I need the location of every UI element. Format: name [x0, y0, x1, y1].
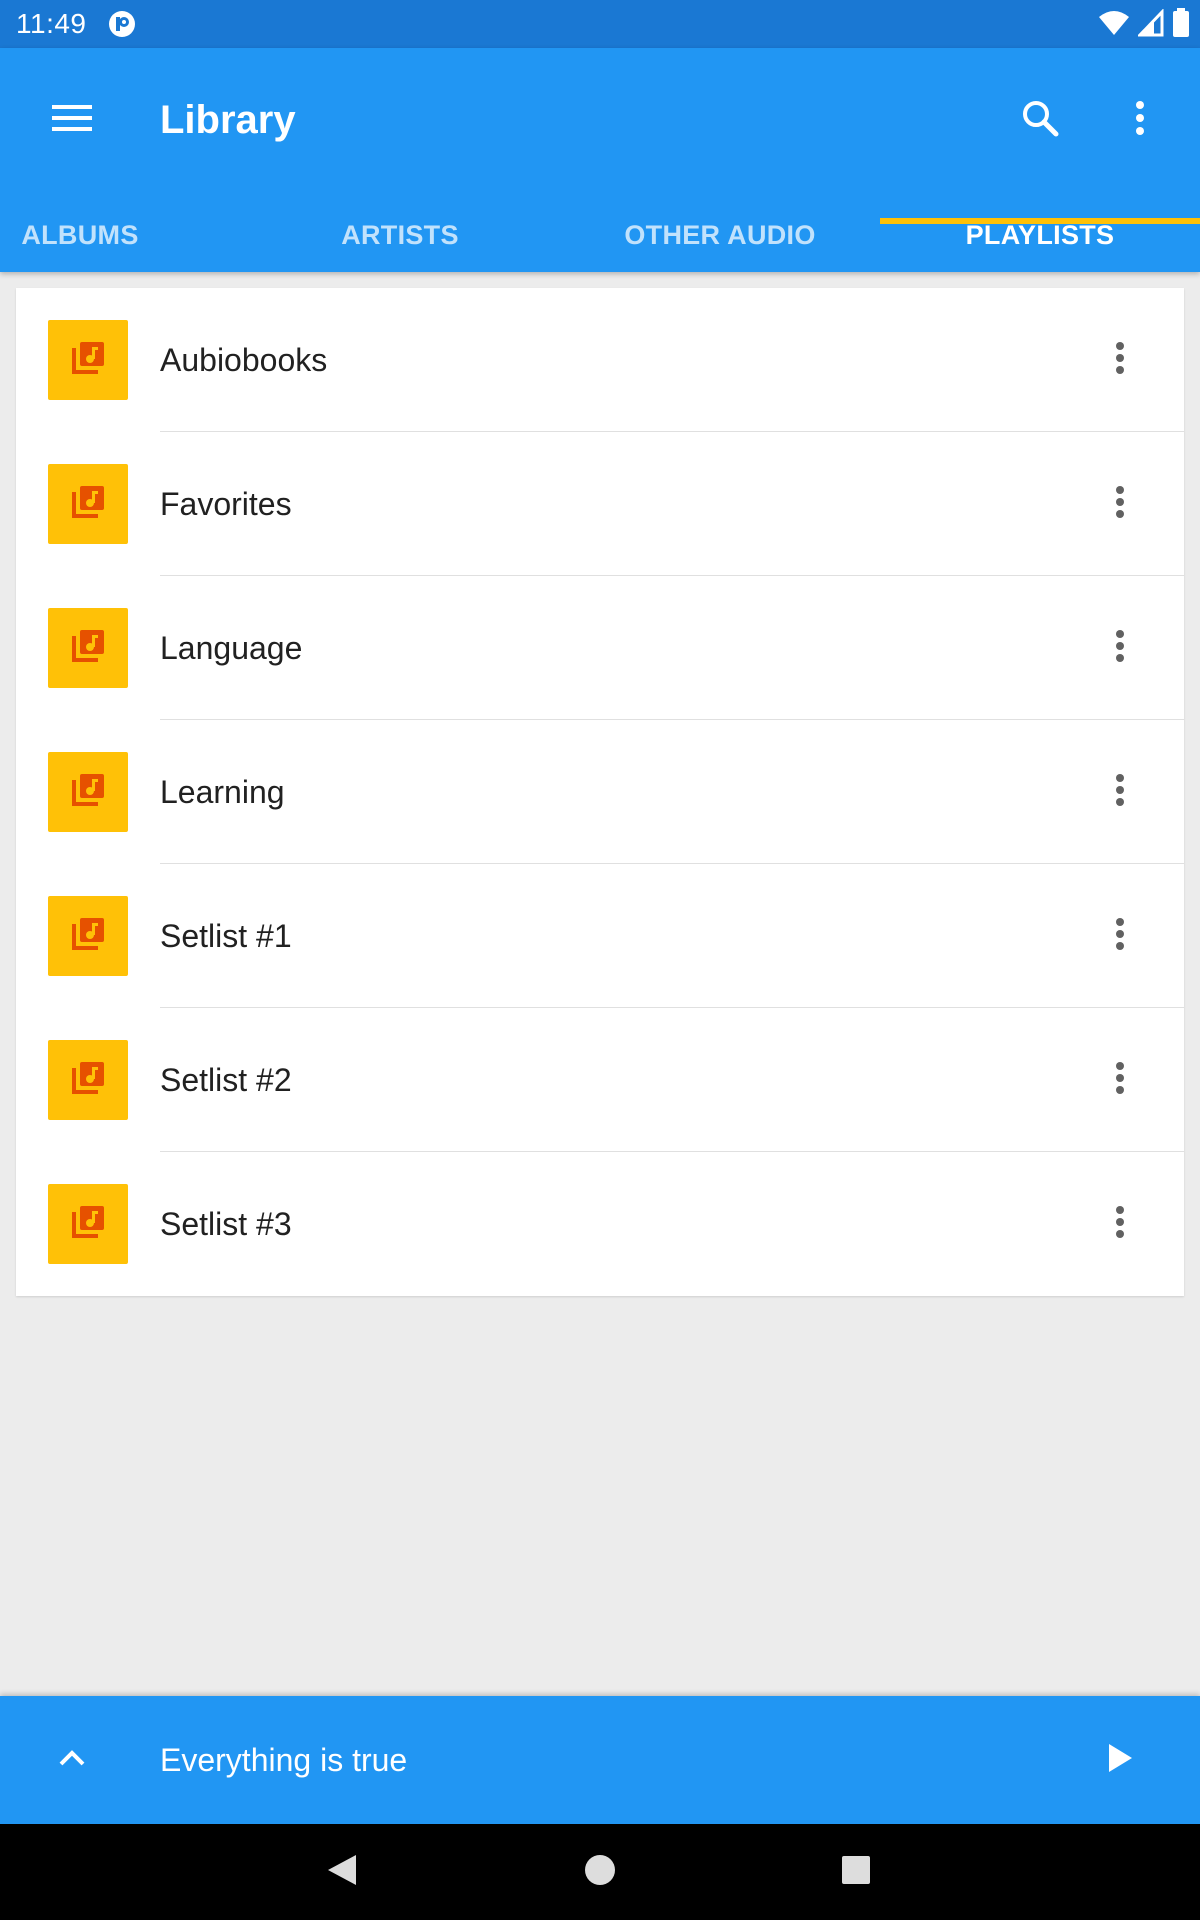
tab-playlists[interactable]: PLAYLISTS — [880, 198, 1200, 272]
back-button[interactable] — [310, 1840, 374, 1904]
playlist-thumbnail — [48, 896, 128, 976]
playlist-name: Learning — [160, 774, 285, 810]
list-item[interactable]: Language — [16, 576, 1184, 720]
search-button[interactable] — [1008, 88, 1072, 152]
play-icon — [1107, 1743, 1133, 1778]
home-button[interactable] — [568, 1840, 632, 1904]
search-icon — [1021, 99, 1059, 142]
playlist-name: Aubiobooks — [160, 342, 328, 378]
app-bar: Library ALBUMS ARTISTS OTHER AUDIO PLAYL… — [0, 48, 1200, 272]
tab-bar: ALBUMS ARTISTS OTHER AUDIO PLAYLISTS — [0, 198, 1200, 272]
playlist-music-icon — [68, 626, 108, 671]
playlist-options-button[interactable] — [1088, 904, 1152, 968]
app-notification-icon — [108, 10, 136, 38]
play-button[interactable] — [1088, 1728, 1152, 1792]
playlist-thumbnail — [48, 464, 128, 544]
playlist-music-icon — [68, 1202, 108, 1247]
chevron-up-icon — [58, 1749, 86, 1772]
more-vert-icon — [1115, 485, 1125, 524]
playlist-music-icon — [68, 770, 108, 815]
more-vert-icon — [1115, 773, 1125, 812]
list-item[interactable]: Setlist #3 — [16, 1152, 1184, 1296]
status-time: 11:49 — [16, 8, 87, 39]
expand-player-button[interactable] — [40, 1728, 104, 1792]
playlist-music-icon — [68, 338, 108, 383]
overflow-menu-button[interactable] — [1108, 88, 1172, 152]
cell-signal-icon — [1136, 8, 1164, 42]
list-item[interactable]: Setlist #2 — [16, 1008, 1184, 1152]
playlist-name: Language — [160, 630, 303, 666]
status-icons — [1098, 8, 1190, 43]
list-item[interactable]: Learning — [16, 720, 1184, 864]
more-vert-icon — [1134, 100, 1146, 141]
tab-artists[interactable]: ARTISTS — [240, 198, 560, 272]
playlist-options-button[interactable] — [1088, 1048, 1152, 1112]
playlist-options-button[interactable] — [1088, 328, 1152, 392]
navigation-menu-button[interactable] — [40, 88, 104, 152]
battery-icon — [1172, 8, 1190, 43]
playlist-list: Aubiobooks Favorites Language Learning S… — [16, 288, 1184, 1296]
playlist-thumbnail — [48, 1184, 128, 1264]
playlist-thumbnail — [48, 608, 128, 688]
status-bar: 11:49 — [0, 0, 1200, 48]
playlist-music-icon — [68, 914, 108, 959]
recents-button[interactable] — [824, 1840, 888, 1904]
playlist-name: Setlist #3 — [160, 1206, 292, 1242]
list-item[interactable]: Favorites — [16, 432, 1184, 576]
playlist-thumbnail — [48, 1040, 128, 1120]
more-vert-icon — [1115, 1061, 1125, 1100]
system-navigation-bar — [0, 1824, 1200, 1920]
playlist-music-icon — [68, 482, 108, 527]
playlist-music-icon — [68, 1058, 108, 1103]
wifi-icon — [1098, 9, 1130, 42]
now-playing-bar[interactable]: Everything is true — [0, 1696, 1200, 1824]
playlist-name: Setlist #2 — [160, 1062, 292, 1098]
playlist-name: Setlist #1 — [160, 918, 292, 954]
playlist-options-button[interactable] — [1088, 472, 1152, 536]
playlist-options-button[interactable] — [1088, 616, 1152, 680]
list-item[interactable]: Aubiobooks — [16, 288, 1184, 432]
tab-other-audio[interactable]: OTHER AUDIO — [560, 198, 880, 272]
home-icon — [584, 1854, 616, 1891]
now-playing-title[interactable]: Everything is true — [160, 1696, 407, 1824]
recents-icon — [841, 1855, 871, 1890]
list-item[interactable]: Setlist #1 — [16, 864, 1184, 1008]
playlist-thumbnail — [48, 752, 128, 832]
tab-albums[interactable]: ALBUMS — [0, 198, 160, 272]
more-vert-icon — [1115, 917, 1125, 956]
playlist-options-button[interactable] — [1088, 1192, 1152, 1256]
page-title: Library — [160, 98, 296, 142]
more-vert-icon — [1115, 341, 1125, 380]
playlist-options-button[interactable] — [1088, 760, 1152, 824]
playlist-name: Favorites — [160, 486, 292, 522]
hamburger-menu-icon — [52, 103, 92, 138]
back-icon — [326, 1853, 358, 1892]
playlist-thumbnail — [48, 320, 128, 400]
active-tab-indicator — [880, 218, 1200, 224]
more-vert-icon — [1115, 1205, 1125, 1244]
more-vert-icon — [1115, 629, 1125, 668]
